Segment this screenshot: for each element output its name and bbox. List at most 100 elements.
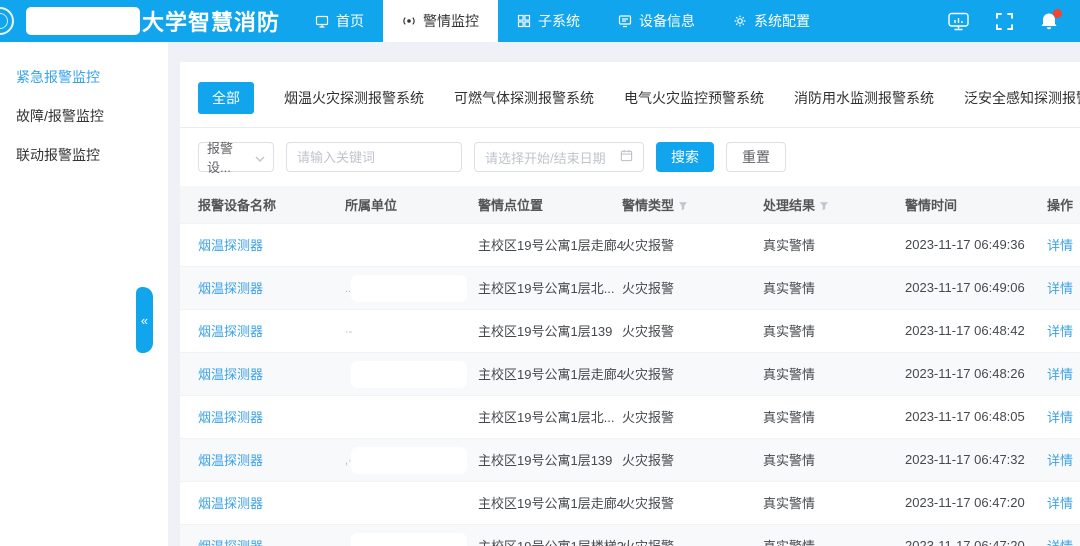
device-name-link[interactable]: 烟温探测器 (198, 539, 263, 546)
alarm-type: 火灾报警 (622, 395, 763, 438)
device-type-select[interactable]: 报警设... (198, 142, 274, 172)
gear-icon (733, 14, 747, 28)
alarm-table: 报警设备名称 所属单位 警情点位置 警情类型 处理结果 警情时间 操作 烟温探测… (180, 186, 1080, 546)
redaction-smudge (351, 275, 467, 302)
alarm-location: 主校区19号公寓1层走廊4 (478, 352, 622, 395)
app-title: 大学智慧消防 (142, 5, 280, 37)
sidebar-item-emergency-alarm[interactable]: 紧急报警监控 (0, 58, 168, 97)
search-button[interactable]: 搜索 (656, 142, 714, 172)
detail-link[interactable]: 详情 (1047, 496, 1073, 511)
col-location: 警情点位置 (478, 186, 622, 223)
handle-result: 真实警情 (763, 395, 905, 438)
tab-item[interactable]: 消防用水监测报警系统 (794, 88, 934, 108)
handle-result: 真实警情 (763, 524, 905, 546)
tab-item[interactable]: 可燃气体探测报警系统 (454, 88, 594, 108)
table-row: 烟温探测器 主校区19号公寓1层走廊4 火灾报警 真实警情 2023-11-17… (180, 481, 1080, 524)
notification-badge (1053, 9, 1062, 18)
select-value: 报警设... (207, 138, 255, 176)
tab-item[interactable]: 烟温火灾探测报警系统 (284, 88, 424, 108)
alarm-type: 火灾报警 (622, 524, 763, 546)
alarm-type: 火灾报警 (622, 266, 763, 309)
col-device-name: 报警设备名称 (180, 186, 345, 223)
device-name-link[interactable]: 烟温探测器 (198, 410, 263, 425)
detail-link[interactable]: 详情 (1047, 367, 1073, 382)
device-name-link[interactable]: 烟温探测器 (198, 453, 263, 468)
alarm-type: 火灾报警 (622, 223, 763, 266)
detail-link[interactable]: 详情 (1047, 238, 1073, 253)
alarm-type: 火灾报警 (622, 438, 763, 481)
handle-result: 真实警情 (763, 266, 905, 309)
keyword-input[interactable] (286, 142, 462, 172)
device-name-link[interactable]: 烟温探测器 (198, 367, 263, 382)
nav-label: 系统配置 (754, 11, 810, 31)
nav-item-home[interactable]: 首页 (296, 0, 383, 42)
table-row: 烟温探测器 主校区19号公寓1层走廊4 火灾报警 真实警情 2023-11-17… (180, 352, 1080, 395)
table-row: 烟温探测器 主校区19号公寓1层北... 火灾报警 真实警情 2023-11-1… (180, 395, 1080, 438)
detail-link[interactable]: 详情 (1047, 410, 1073, 425)
col-actions: 操作 (1047, 186, 1080, 223)
system-tabs: 全部 烟温火灾探测报警系统 可燃气体探测报警系统 电气火灾监控预警系统 消防用水… (180, 62, 1080, 128)
detail-link[interactable]: 详情 (1047, 539, 1073, 546)
table-row: 烟温探测器 主校区19号公寓1层走廊4 火灾报警 真实警情 2023-11-17… (180, 223, 1080, 266)
nav-label: 子系统 (538, 11, 580, 31)
sidebar-collapse-handle[interactable]: « (136, 287, 153, 353)
redaction-smudge (351, 447, 467, 474)
detail-link[interactable]: 详情 (1047, 453, 1073, 468)
alarm-time: 2023-11-17 06:48:05 (905, 395, 1047, 438)
alarm-time: 2023-11-17 06:48:42 (905, 309, 1047, 352)
nav-item-subsystem[interactable]: 子系统 (498, 0, 599, 42)
chevron-down-icon (255, 150, 265, 165)
device-name-link[interactable]: 烟温探测器 (198, 496, 263, 511)
sidebar-item-fault-alarm[interactable]: 故障/报警监控 (0, 97, 168, 136)
fullscreen-icon[interactable] (996, 13, 1013, 30)
tab-item[interactable]: 泛安全感知探测报警系统 (964, 88, 1080, 108)
unit-remnant-text: ·- (345, 326, 352, 338)
device-name-link[interactable]: 烟温探测器 (198, 281, 263, 296)
alarm-time: 2023-11-17 06:47:32 (905, 438, 1047, 481)
alarm-time: 2023-11-17 06:49:06 (905, 266, 1047, 309)
table-header-row: 报警设备名称 所属单位 警情点位置 警情类型 处理结果 警情时间 操作 (180, 186, 1080, 223)
alarm-location: 主校区19号公寓1层楼梯3 (478, 524, 622, 546)
alarm-location: 主校区19号公寓1层走廊4 (478, 223, 622, 266)
date-placeholder: 请选择开始/结束日期 (485, 148, 606, 167)
filter-funnel-icon[interactable] (678, 199, 688, 214)
device-name-link[interactable]: 烟温探测器 (198, 238, 263, 253)
detail-link[interactable]: 详情 (1047, 324, 1073, 339)
tab-item[interactable]: 全部 (198, 82, 254, 114)
handle-result: 真实警情 (763, 438, 905, 481)
col-alarm-type: 警情类型 (622, 186, 763, 223)
alarm-location: 主校区19号公寓1层北... (478, 395, 622, 438)
nav-label: 首页 (336, 11, 364, 31)
alarm-type: 火灾报警 (622, 309, 763, 352)
detail-link[interactable]: 详情 (1047, 281, 1073, 296)
sidebar-item-linkage-alarm[interactable]: 联动报警监控 (0, 136, 168, 175)
date-range-picker[interactable]: 请选择开始/结束日期 (474, 142, 644, 172)
alarm-location: 主校区19号公寓1层北... (478, 266, 622, 309)
sidebar-item-label: 故障/报警监控 (16, 108, 104, 124)
reset-button[interactable]: 重置 (726, 142, 786, 172)
redaction-smudge (351, 533, 467, 546)
handle-result: 真实警情 (763, 481, 905, 524)
bell-icon[interactable] (1040, 12, 1058, 31)
nav-item-device-info[interactable]: 设备信息 (599, 0, 714, 42)
tab-item[interactable]: 电气火灾监控预警系统 (624, 88, 764, 108)
alarm-type: 火灾报警 (622, 352, 763, 395)
handle-result: 真实警情 (763, 352, 905, 395)
table-row: 烟温探测器 ·- 主校区19号公寓1层139 火灾报警 真实警情 2023-11… (180, 309, 1080, 352)
alarm-location: 主校区19号公寓1层走廊4 (478, 481, 622, 524)
nav-item-alarm-monitor[interactable]: 警情监控 (383, 0, 498, 42)
filter-funnel-icon[interactable] (819, 199, 829, 214)
alarm-time: 2023-11-17 06:48:26 (905, 352, 1047, 395)
handle-result: 真实警情 (763, 223, 905, 266)
dashboard-monitor-icon[interactable] (948, 12, 969, 31)
nav-item-system-config[interactable]: 系统配置 (714, 0, 829, 42)
home-icon (315, 14, 329, 28)
nav-label: 警情监控 (423, 11, 479, 31)
alarm-location: 主校区19号公寓1层139 (478, 438, 622, 481)
device-name-link[interactable]: 烟温探测器 (198, 324, 263, 339)
sidebar-item-label: 紧急报警监控 (16, 69, 100, 85)
app-logo-icon (0, 7, 14, 35)
collapse-chevrons-icon: « (141, 313, 148, 328)
redaction-smudge (351, 361, 467, 388)
main-content-card: 全部 烟温火灾探测报警系统 可燃气体探测报警系统 电气火灾监控预警系统 消防用水… (180, 62, 1080, 546)
